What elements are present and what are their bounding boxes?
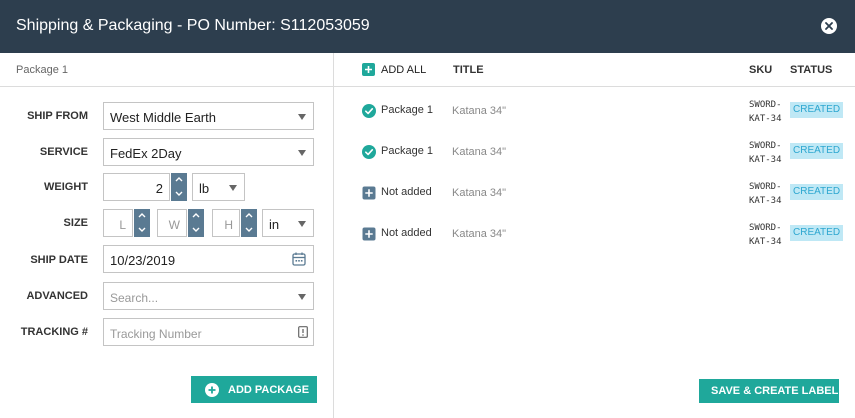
column-header-sku: SKU (749, 64, 773, 76)
table-row: Not added Katana 34" SWORD-KAT-34 CREATED (334, 176, 855, 217)
ship-from-select[interactable]: West Middle Earth (103, 102, 314, 130)
chevron-up-icon (175, 177, 183, 182)
weight-input[interactable]: 2 (103, 173, 170, 201)
chevron-down-icon (298, 294, 306, 300)
size-unit-value: in (269, 217, 280, 232)
ship-date-input[interactable]: 10/23/2019 (103, 245, 314, 273)
close-button[interactable] (821, 18, 837, 34)
weight-stepper (171, 173, 187, 201)
row-sku: SWORD-KAT-34 (749, 182, 782, 206)
table-row: Not added Katana 34" SWORD-KAT-34 CREATED (334, 217, 855, 258)
chevron-down-icon (175, 191, 183, 196)
advanced-select[interactable]: Search... (103, 282, 314, 310)
plus-circle-icon (205, 383, 219, 397)
plus-square-icon[interactable] (362, 227, 376, 241)
row-title: Katana 34" (452, 187, 507, 199)
service-select[interactable]: FedEx 2Day (103, 138, 314, 166)
status-badge: CREATED (790, 143, 844, 159)
ship-from-value: West Middle Earth (110, 110, 216, 125)
advanced-label: ADVANCED (26, 290, 88, 302)
table-row: Package 1 Katana 34" SWORD-KAT-34 CREATED (334, 135, 855, 176)
status-badge: CREATED (790, 225, 844, 241)
chevron-down-icon (229, 185, 237, 191)
package-tab[interactable]: Package 1 (16, 64, 68, 76)
add-package-label: ADD PACKAGE (228, 384, 310, 396)
column-header-status: STATUS (790, 64, 833, 76)
row-package-state: Not added (381, 186, 432, 198)
weight-label: WEIGHT (44, 181, 88, 193)
chevron-down-icon (245, 227, 253, 232)
chevron-down-icon (192, 227, 200, 232)
row-sku: SWORD-KAT-34 (749, 141, 782, 165)
weight-unit-select[interactable]: lb (192, 173, 245, 201)
add-all-button[interactable]: ADD ALL (381, 64, 426, 76)
size-width-decrement-button[interactable] (188, 224, 204, 237)
tracking-placeholder: Tracking Number (110, 327, 202, 341)
save-create-label-button[interactable]: SAVE & CREATE LABEL (699, 379, 839, 403)
table-row: Package 1 Katana 34" SWORD-KAT-34 CREATED (334, 94, 855, 135)
size-height-placeholder: H (224, 218, 233, 232)
chevron-up-icon (245, 213, 253, 218)
add-package-button[interactable]: ADD PACKAGE (191, 376, 317, 403)
column-header-title: TITLE (453, 64, 484, 76)
ship-date-value: 10/23/2019 (110, 253, 176, 268)
close-icon (825, 22, 833, 30)
advanced-placeholder: Search... (110, 291, 159, 305)
weight-unit-value: lb (199, 181, 210, 196)
chevron-up-icon (138, 213, 146, 218)
row-sku: SWORD-KAT-34 (749, 100, 782, 124)
package-tab-bar: Package 1 (0, 53, 333, 87)
tracking-label: TRACKING # (20, 326, 88, 338)
ship-date-label: SHIP DATE (30, 254, 88, 266)
row-title: Katana 34" (452, 228, 507, 240)
size-height-decrement-button[interactable] (241, 224, 257, 237)
plus-square-icon[interactable] (362, 186, 376, 200)
size-label: SIZE (63, 217, 88, 229)
chevron-down-icon (298, 150, 306, 156)
size-width-input[interactable]: W (157, 209, 187, 237)
chevron-down-icon (138, 227, 146, 232)
status-badge: CREATED (790, 184, 844, 200)
row-package-state: Not added (381, 227, 432, 239)
clipboard-icon (298, 326, 308, 338)
check-circle-icon[interactable] (362, 145, 376, 159)
row-title: Katana 34" (452, 105, 507, 117)
row-sku: SWORD-KAT-34 (749, 223, 782, 247)
size-length-decrement-button[interactable] (134, 224, 150, 237)
row-package-state: Package 1 (381, 104, 433, 116)
size-width-stepper (188, 209, 204, 237)
ship-from-label: SHIP FROM (27, 110, 88, 122)
size-length-input[interactable]: L (103, 209, 133, 237)
chevron-down-icon (298, 114, 306, 120)
dialog-header: Shipping & Packaging - PO Number: S11205… (0, 0, 855, 53)
items-table-header: ADD ALL TITLE SKU STATUS (334, 53, 855, 87)
weight-value: 2 (155, 181, 163, 196)
size-width-placeholder: W (168, 218, 180, 232)
row-title: Katana 34" (452, 146, 507, 158)
size-length-stepper (134, 209, 150, 237)
size-length-placeholder: L (119, 218, 126, 232)
chevron-down-icon (298, 221, 306, 227)
row-package-state: Package 1 (381, 145, 433, 157)
calendar-icon[interactable] (292, 252, 306, 266)
service-value: FedEx 2Day (110, 146, 182, 161)
save-create-label-text: SAVE & CREATE LABEL (711, 385, 839, 397)
service-label: SERVICE (39, 146, 88, 158)
size-width-increment-button[interactable] (188, 209, 204, 222)
size-height-stepper (241, 209, 257, 237)
chevron-up-icon (192, 213, 200, 218)
weight-decrement-button[interactable] (171, 188, 187, 201)
size-length-increment-button[interactable] (134, 209, 150, 222)
status-badge: CREATED (790, 102, 844, 118)
weight-increment-button[interactable] (171, 173, 187, 186)
size-height-input[interactable]: H (212, 209, 240, 237)
size-height-increment-button[interactable] (241, 209, 257, 222)
check-circle-icon[interactable] (362, 104, 376, 118)
dialog-title: Shipping & Packaging - PO Number: S11205… (16, 17, 370, 34)
tracking-input[interactable]: Tracking Number (103, 318, 314, 346)
add-all-icon[interactable] (362, 63, 375, 76)
size-unit-select[interactable]: in (262, 209, 314, 237)
